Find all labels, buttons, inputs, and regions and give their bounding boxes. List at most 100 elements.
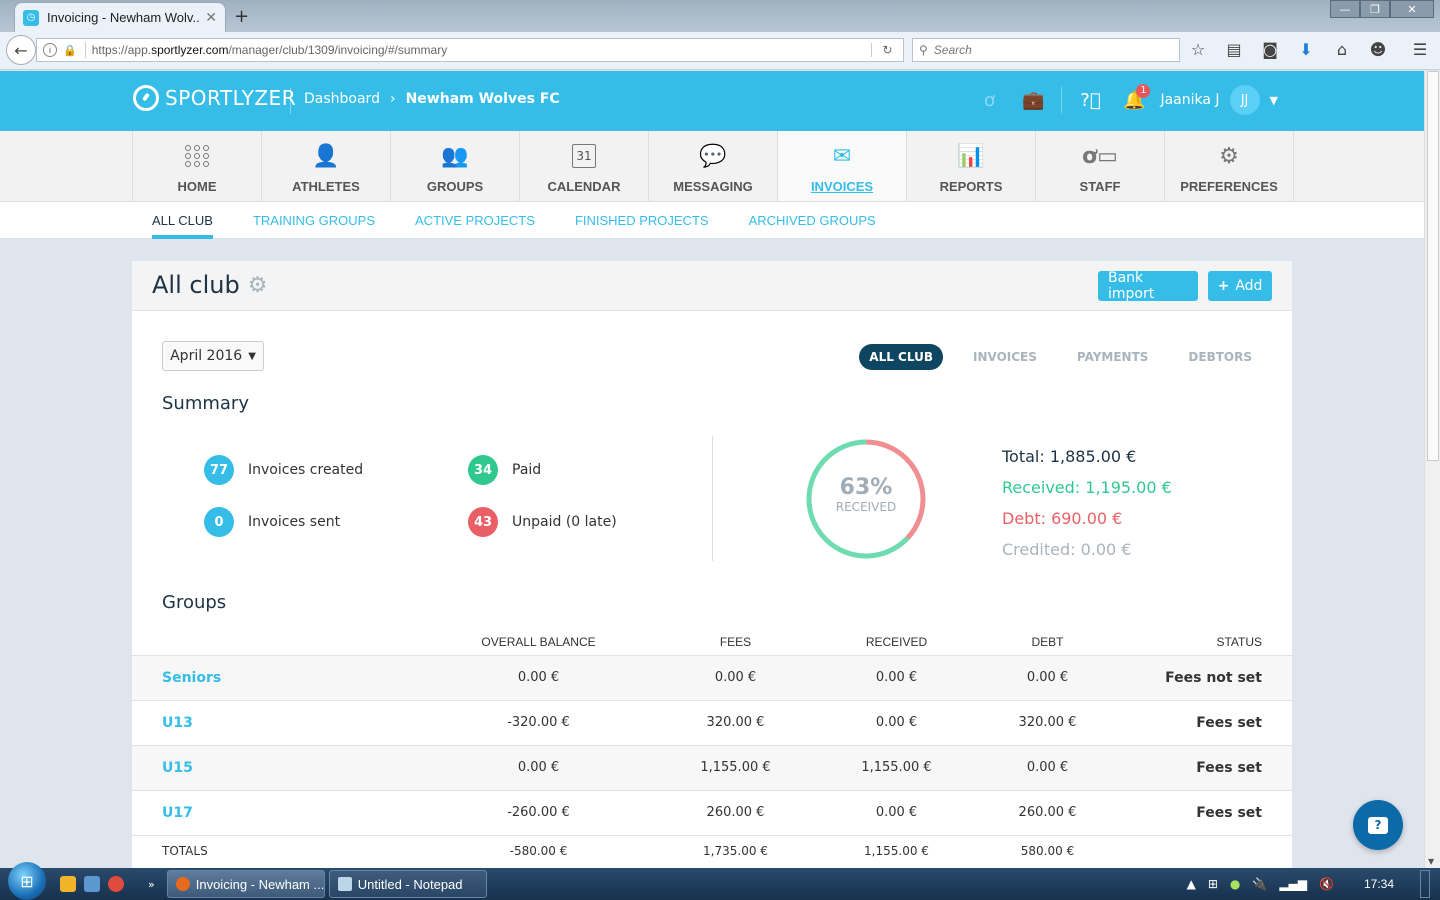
user-name[interactable]: Jaanika J — [1160, 92, 1219, 108]
nav-invoices[interactable]: ✉ INVOICES — [778, 131, 907, 201]
group-link[interactable]: U13 — [132, 700, 432, 746]
tray-expand-icon[interactable]: ▲ — [1187, 877, 1196, 891]
computer-app-icon[interactable] — [84, 876, 100, 892]
chrome-icon[interactable] — [108, 876, 124, 892]
status-cell: Fees set — [1128, 745, 1292, 791]
people-icon: 👥 — [441, 143, 469, 169]
close-tab-icon[interactable]: ✕ — [205, 10, 217, 26]
restore-button[interactable]: ❐ — [1360, 0, 1390, 18]
sportlyzer-logo[interactable]: SPORTLYZER — [133, 85, 296, 111]
nav-messaging[interactable]: 💬 MESSAGING — [649, 131, 778, 201]
table-row: U15 0.00 € 1,155.00 € 1,155.00 € 0.00 € … — [132, 745, 1292, 791]
address-bar[interactable]: i 🔒 https://app.sportlyzer.com/manager/c… — [36, 38, 904, 62]
subtab-all-club[interactable]: ALL CLUB — [152, 202, 213, 239]
debt-amount: Debt: 690.00 € — [1002, 509, 1123, 528]
more-chevron-icon[interactable]: » — [148, 878, 155, 891]
table-header-row: OVERALL BALANCE FEES RECEIVED DEBT STATU… — [132, 629, 1292, 656]
download-icon[interactable]: ⬇ — [1296, 40, 1316, 59]
pill-all-club[interactable]: ALL CLUB — [859, 344, 943, 370]
caret-down-icon[interactable]: ▼ — [1270, 94, 1278, 107]
gear-icon: ⚙ — [1219, 143, 1239, 169]
reload-icon[interactable]: ↻ — [871, 43, 903, 57]
subtab-archived-groups[interactable]: ARCHIVED GROUPS — [749, 202, 876, 239]
url-text[interactable]: https://app.sportlyzer.com/manager/club/… — [92, 43, 871, 57]
settings-gear-icon[interactable]: ⚙ — [248, 273, 268, 298]
taskbar-notepad[interactable]: Untitled - Notepad — [328, 870, 487, 898]
stat-unpaid: 43 Unpaid (0 late) — [468, 507, 617, 537]
status-cell: Fees set — [1128, 700, 1292, 746]
col-debt: DEBT — [967, 629, 1128, 656]
chevron-right-icon: › — [389, 91, 396, 107]
help-chat-button[interactable]: ? — [1353, 800, 1403, 850]
power-plug-icon[interactable]: 🔌 — [1252, 877, 1267, 891]
pill-debtors[interactable]: DEBTORS — [1178, 344, 1262, 370]
back-button[interactable]: ← — [6, 35, 36, 65]
breadcrumb-dashboard[interactable]: Dashboard — [304, 91, 380, 107]
main-nav: HOME 👤 ATHLETES 👥 GROUPS 31 CALENDAR 💬 M… — [0, 131, 1424, 202]
summary-divider — [712, 436, 713, 561]
nav-staff[interactable]: ơ▭ STAFF — [1036, 131, 1165, 201]
table-row: U13 -320.00 € 320.00 € 0.00 € 320.00 € F… — [132, 700, 1292, 746]
clock[interactable]: 17:34 — [1364, 877, 1394, 891]
pocket-icon[interactable]: ◙ — [1260, 40, 1280, 59]
grid-icon — [184, 141, 210, 171]
group-link[interactable]: U15 — [132, 745, 432, 791]
calendar-icon: 31 — [572, 141, 596, 171]
browser-tab[interactable]: ◷ Invoicing - Newham Wolv... ✕ — [14, 2, 226, 32]
bell-icon[interactable]: 🔔 1 — [1112, 83, 1156, 111]
start-button[interactable]: ⊞ — [8, 862, 46, 900]
whistle-icon[interactable]: ơ — [967, 90, 1011, 111]
invoicing-card: All club ⚙ Bank import + Add April 2016 … — [132, 261, 1292, 881]
help-icon[interactable]: ?⃝ — [1068, 90, 1112, 111]
month-dropdown[interactable]: April 2016 ▼ — [162, 341, 264, 371]
taskbar-firefox[interactable]: Invoicing - Newham ... — [166, 870, 325, 898]
notification-badge: 1 — [1136, 83, 1151, 98]
nav-groups[interactable]: 👥 GROUPS — [391, 131, 520, 201]
scroll-down-arrow-icon[interactable]: ▼ — [1428, 857, 1434, 866]
lock-icon[interactable]: 🔒 — [63, 44, 77, 57]
signal-icon[interactable]: ▂▄▆ — [1279, 877, 1307, 891]
card-header: All club ⚙ Bank import + Add — [132, 261, 1292, 311]
close-window-button[interactable]: ✕ — [1390, 0, 1434, 18]
show-desktop-button[interactable] — [1420, 870, 1430, 898]
bar-chart-icon: 📊 — [957, 143, 985, 169]
add-button[interactable]: + Add — [1208, 271, 1272, 301]
page-scrollbar[interactable]: ▼ — [1424, 71, 1440, 868]
home-icon[interactable]: ⌂ — [1332, 40, 1352, 59]
nav-home[interactable]: HOME — [133, 131, 262, 201]
lime-app-icon[interactable]: ● — [1230, 877, 1240, 891]
page-title: All club ⚙ — [152, 271, 268, 299]
muted-speaker-icon[interactable]: 🔇 — [1319, 877, 1334, 891]
briefcase-icon[interactable]: 💼 — [1011, 90, 1055, 111]
breadcrumb-club[interactable]: Newham Wolves FC — [406, 91, 560, 107]
table-row: Seniors 0.00 € 0.00 € 0.00 € 0.00 € Fees… — [132, 655, 1292, 701]
pill-invoices[interactable]: INVOICES — [963, 344, 1047, 370]
groups-table: OVERALL BALANCE FEES RECEIVED DEBT STATU… — [132, 629, 1292, 867]
menu-icon[interactable]: ☰ — [1410, 40, 1430, 59]
subtab-active-projects[interactable]: ACTIVE PROJECTS — [415, 202, 535, 239]
scrollbar-thumb[interactable] — [1427, 71, 1439, 461]
nav-reports[interactable]: 📊 REPORTS — [907, 131, 1036, 201]
nav-preferences[interactable]: ⚙ PREFERENCES — [1165, 131, 1294, 201]
info-icon[interactable]: i — [43, 43, 57, 57]
lightbulb-app-icon[interactable] — [60, 876, 76, 892]
received-percent: 63% — [839, 475, 893, 500]
group-link[interactable]: U17 — [132, 790, 432, 836]
nav-calendar[interactable]: 31 CALENDAR — [520, 131, 649, 201]
caret-down-icon: ▼ — [248, 350, 256, 362]
bank-import-button[interactable]: Bank import — [1098, 270, 1198, 302]
subtab-training-groups[interactable]: TRAINING GROUPS — [253, 202, 375, 239]
new-tab-button[interactable]: + — [234, 6, 249, 27]
nav-athletes[interactable]: 👤 ATHLETES — [262, 131, 391, 201]
minimize-button[interactable]: — — [1330, 0, 1360, 18]
bookmark-star-icon[interactable]: ☆ — [1188, 40, 1208, 59]
avatar[interactable]: JJ — [1229, 85, 1260, 115]
pill-payments[interactable]: PAYMENTS — [1067, 344, 1159, 370]
hello-icon[interactable]: ☻ — [1368, 40, 1388, 59]
windows-icon[interactable]: ⊞ — [1208, 877, 1218, 891]
reading-list-icon[interactable]: ▤ — [1224, 40, 1244, 59]
firefox-icon — [175, 877, 190, 891]
search-input[interactable]: ⚲ Search — [912, 38, 1180, 62]
subtab-finished-projects[interactable]: FINISHED PROJECTS — [575, 202, 709, 239]
group-link[interactable]: Seniors — [132, 655, 432, 701]
